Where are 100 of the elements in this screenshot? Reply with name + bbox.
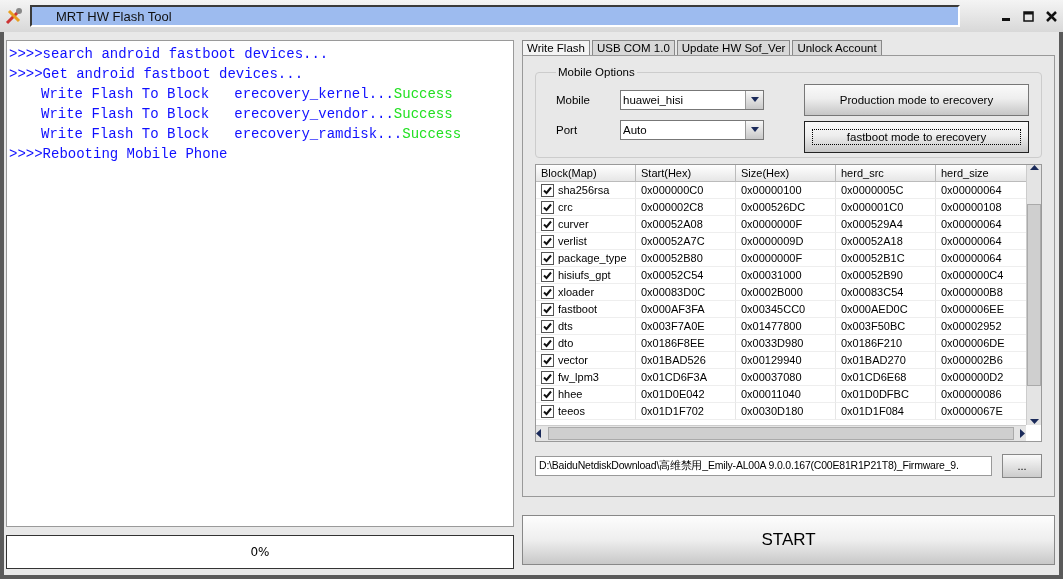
table-cell: 0x01D0DFBC bbox=[841, 388, 909, 400]
checkbox[interactable] bbox=[541, 353, 554, 367]
table-cell: 0x000001C0 bbox=[841, 201, 904, 213]
table-cell: crc bbox=[558, 201, 573, 213]
field-label: Port bbox=[556, 124, 579, 136]
tab[interactable]: Write Flash bbox=[522, 40, 590, 55]
log-line: Write Flash To Block erecovery_kernel...Success bbox=[40, 85, 454, 104]
table-cell: 0x01D1F702 bbox=[641, 405, 704, 417]
table-cell: 0x0000000F bbox=[741, 252, 803, 264]
table-cell: 0x01D0E042 bbox=[641, 388, 705, 400]
checkbox[interactable] bbox=[541, 217, 554, 231]
tab[interactable]: Unlock Account bbox=[792, 40, 882, 55]
checkbox[interactable] bbox=[541, 319, 554, 333]
table-cell: 0x0030D180 bbox=[741, 405, 804, 417]
checkbox[interactable] bbox=[541, 285, 554, 299]
column-header[interactable]: herd_src bbox=[836, 165, 936, 182]
table-cell: 0x01477800 bbox=[741, 320, 802, 332]
checkbox[interactable] bbox=[541, 404, 554, 418]
table-cell: 0x000AF3FA bbox=[641, 303, 705, 315]
dropdown[interactable]: Auto bbox=[620, 120, 764, 140]
window-title: MRT HW Flash Tool bbox=[30, 5, 960, 27]
table-cell: 0x000006EE bbox=[941, 303, 1004, 315]
table-cell: 0x00052B80 bbox=[641, 252, 703, 264]
table-cell: 0x00052A7C bbox=[641, 235, 705, 247]
checkbox[interactable] bbox=[541, 200, 554, 214]
table-cell: 0x01BAD526 bbox=[641, 354, 706, 366]
table-cell: 0x000002B6 bbox=[941, 354, 1003, 366]
table-cell: 0x00345CC0 bbox=[741, 303, 806, 315]
table-cell: hhee bbox=[558, 388, 583, 400]
table-cell: 0x00000064 bbox=[941, 218, 1002, 230]
checkbox[interactable] bbox=[541, 183, 554, 197]
vertical-scrollbar[interactable] bbox=[1026, 165, 1041, 425]
log-line: >>>>search android fastboot devices... bbox=[9, 45, 330, 64]
table-cell: 0x00037080 bbox=[741, 371, 802, 383]
checkbox[interactable] bbox=[541, 370, 554, 384]
horizontal-scrollbar[interactable] bbox=[536, 425, 1026, 441]
table-cell: 0x00031000 bbox=[741, 269, 802, 281]
checkbox[interactable] bbox=[541, 336, 554, 350]
table-cell: curver bbox=[558, 218, 589, 230]
table-cell: 0x000529A4 bbox=[841, 218, 903, 230]
scroll-left-icon[interactable] bbox=[536, 429, 542, 438]
tab[interactable]: Update HW Sof_Ver bbox=[676, 40, 791, 55]
close-icon[interactable] bbox=[1046, 10, 1057, 22]
maximize-icon[interactable] bbox=[1023, 10, 1034, 22]
table-cell: 0x00083C54 bbox=[841, 286, 904, 298]
file-path-field[interactable]: D:\BaiduNetdiskDownload\高维禁用_Emily-AL00A 9.0.0.167(C00E81R1P21T8)_Firmware_9. bbox=[535, 456, 992, 476]
table-cell: xloader bbox=[558, 286, 595, 298]
scroll-down-icon[interactable] bbox=[1029, 419, 1039, 425]
log-line: >>>>Rebooting Mobile Phone bbox=[9, 145, 229, 164]
table-cell: 0x0186F8EE bbox=[641, 337, 705, 349]
column-header[interactable]: Block(Map) bbox=[536, 165, 636, 182]
checkbox[interactable] bbox=[541, 251, 554, 265]
group-title: Mobile Options bbox=[557, 66, 636, 78]
scroll-right-icon[interactable] bbox=[1020, 429, 1026, 438]
table-cell: 0x01CD6F3A bbox=[641, 371, 708, 383]
checkbox[interactable] bbox=[541, 268, 554, 282]
mode-button[interactable]: fastboot mode to erecovery bbox=[804, 121, 1029, 153]
table-cell: 0x000000C4 bbox=[941, 269, 1004, 281]
table-cell: 0x01BAD270 bbox=[841, 354, 906, 366]
table-cell: 0x00000086 bbox=[941, 388, 1002, 400]
checkbox[interactable] bbox=[541, 234, 554, 248]
table-cell: 0x00052B1C bbox=[841, 252, 905, 264]
column-header[interactable]: Start(Hex) bbox=[636, 165, 736, 182]
column-header[interactable]: herd_size bbox=[936, 165, 1026, 182]
dropdown-arrow-icon bbox=[749, 127, 760, 133]
column-header[interactable]: Size(Hex) bbox=[736, 165, 836, 182]
scroll-up-icon[interactable] bbox=[1029, 165, 1039, 171]
dropdown[interactable]: huawei_hisi bbox=[620, 90, 764, 110]
checkbox[interactable] bbox=[541, 387, 554, 401]
table-cell: 0x00011040 bbox=[741, 388, 801, 400]
table-cell: 0x000000C0 bbox=[641, 184, 704, 196]
table-cell: 0x00000064 bbox=[941, 184, 1002, 196]
table-cell: 0x01D1F084 bbox=[841, 405, 904, 417]
table-cell: 0x0002B000 bbox=[741, 286, 803, 298]
table-cell: 0x000000D2 bbox=[941, 371, 1004, 383]
browse-button[interactable]: ... bbox=[1002, 454, 1042, 478]
table-cell: 0x00052A18 bbox=[841, 235, 903, 247]
table-cell: 0x00000108 bbox=[941, 201, 1002, 213]
table-cell: 0x000006DE bbox=[941, 337, 1005, 349]
mode-button[interactable]: Production mode to erecovery bbox=[804, 84, 1029, 116]
table-cell: 0x00002952 bbox=[941, 320, 1002, 332]
table-cell: verlist bbox=[558, 235, 587, 247]
table-cell: 0x0000005C bbox=[841, 184, 904, 196]
start-button[interactable]: START bbox=[522, 515, 1055, 565]
checkbox[interactable] bbox=[541, 302, 554, 316]
table-cell: dto bbox=[558, 337, 574, 349]
table-cell: 0x003F7A0E bbox=[641, 320, 705, 332]
dropdown-arrow-icon bbox=[749, 97, 760, 103]
table-cell: 0x0186F210 bbox=[841, 337, 903, 349]
table-cell: fw_lpm3 bbox=[558, 371, 599, 383]
table-cell: 0x00052C54 bbox=[641, 269, 704, 281]
table-cell: package_type bbox=[558, 252, 627, 264]
log-line: Write Flash To Block erecovery_ramdisk...Success bbox=[40, 125, 463, 144]
field-label: Mobile bbox=[556, 94, 591, 106]
table-cell: fastboot bbox=[558, 303, 598, 315]
table-cell: 0x00000100 bbox=[741, 184, 802, 196]
table-cell: hisiufs_gpt bbox=[558, 269, 611, 281]
table-cell: 0x00129940 bbox=[741, 354, 802, 366]
table-cell: 0x000526DC bbox=[741, 201, 806, 213]
tab[interactable]: USB COM 1.0 bbox=[591, 40, 675, 55]
